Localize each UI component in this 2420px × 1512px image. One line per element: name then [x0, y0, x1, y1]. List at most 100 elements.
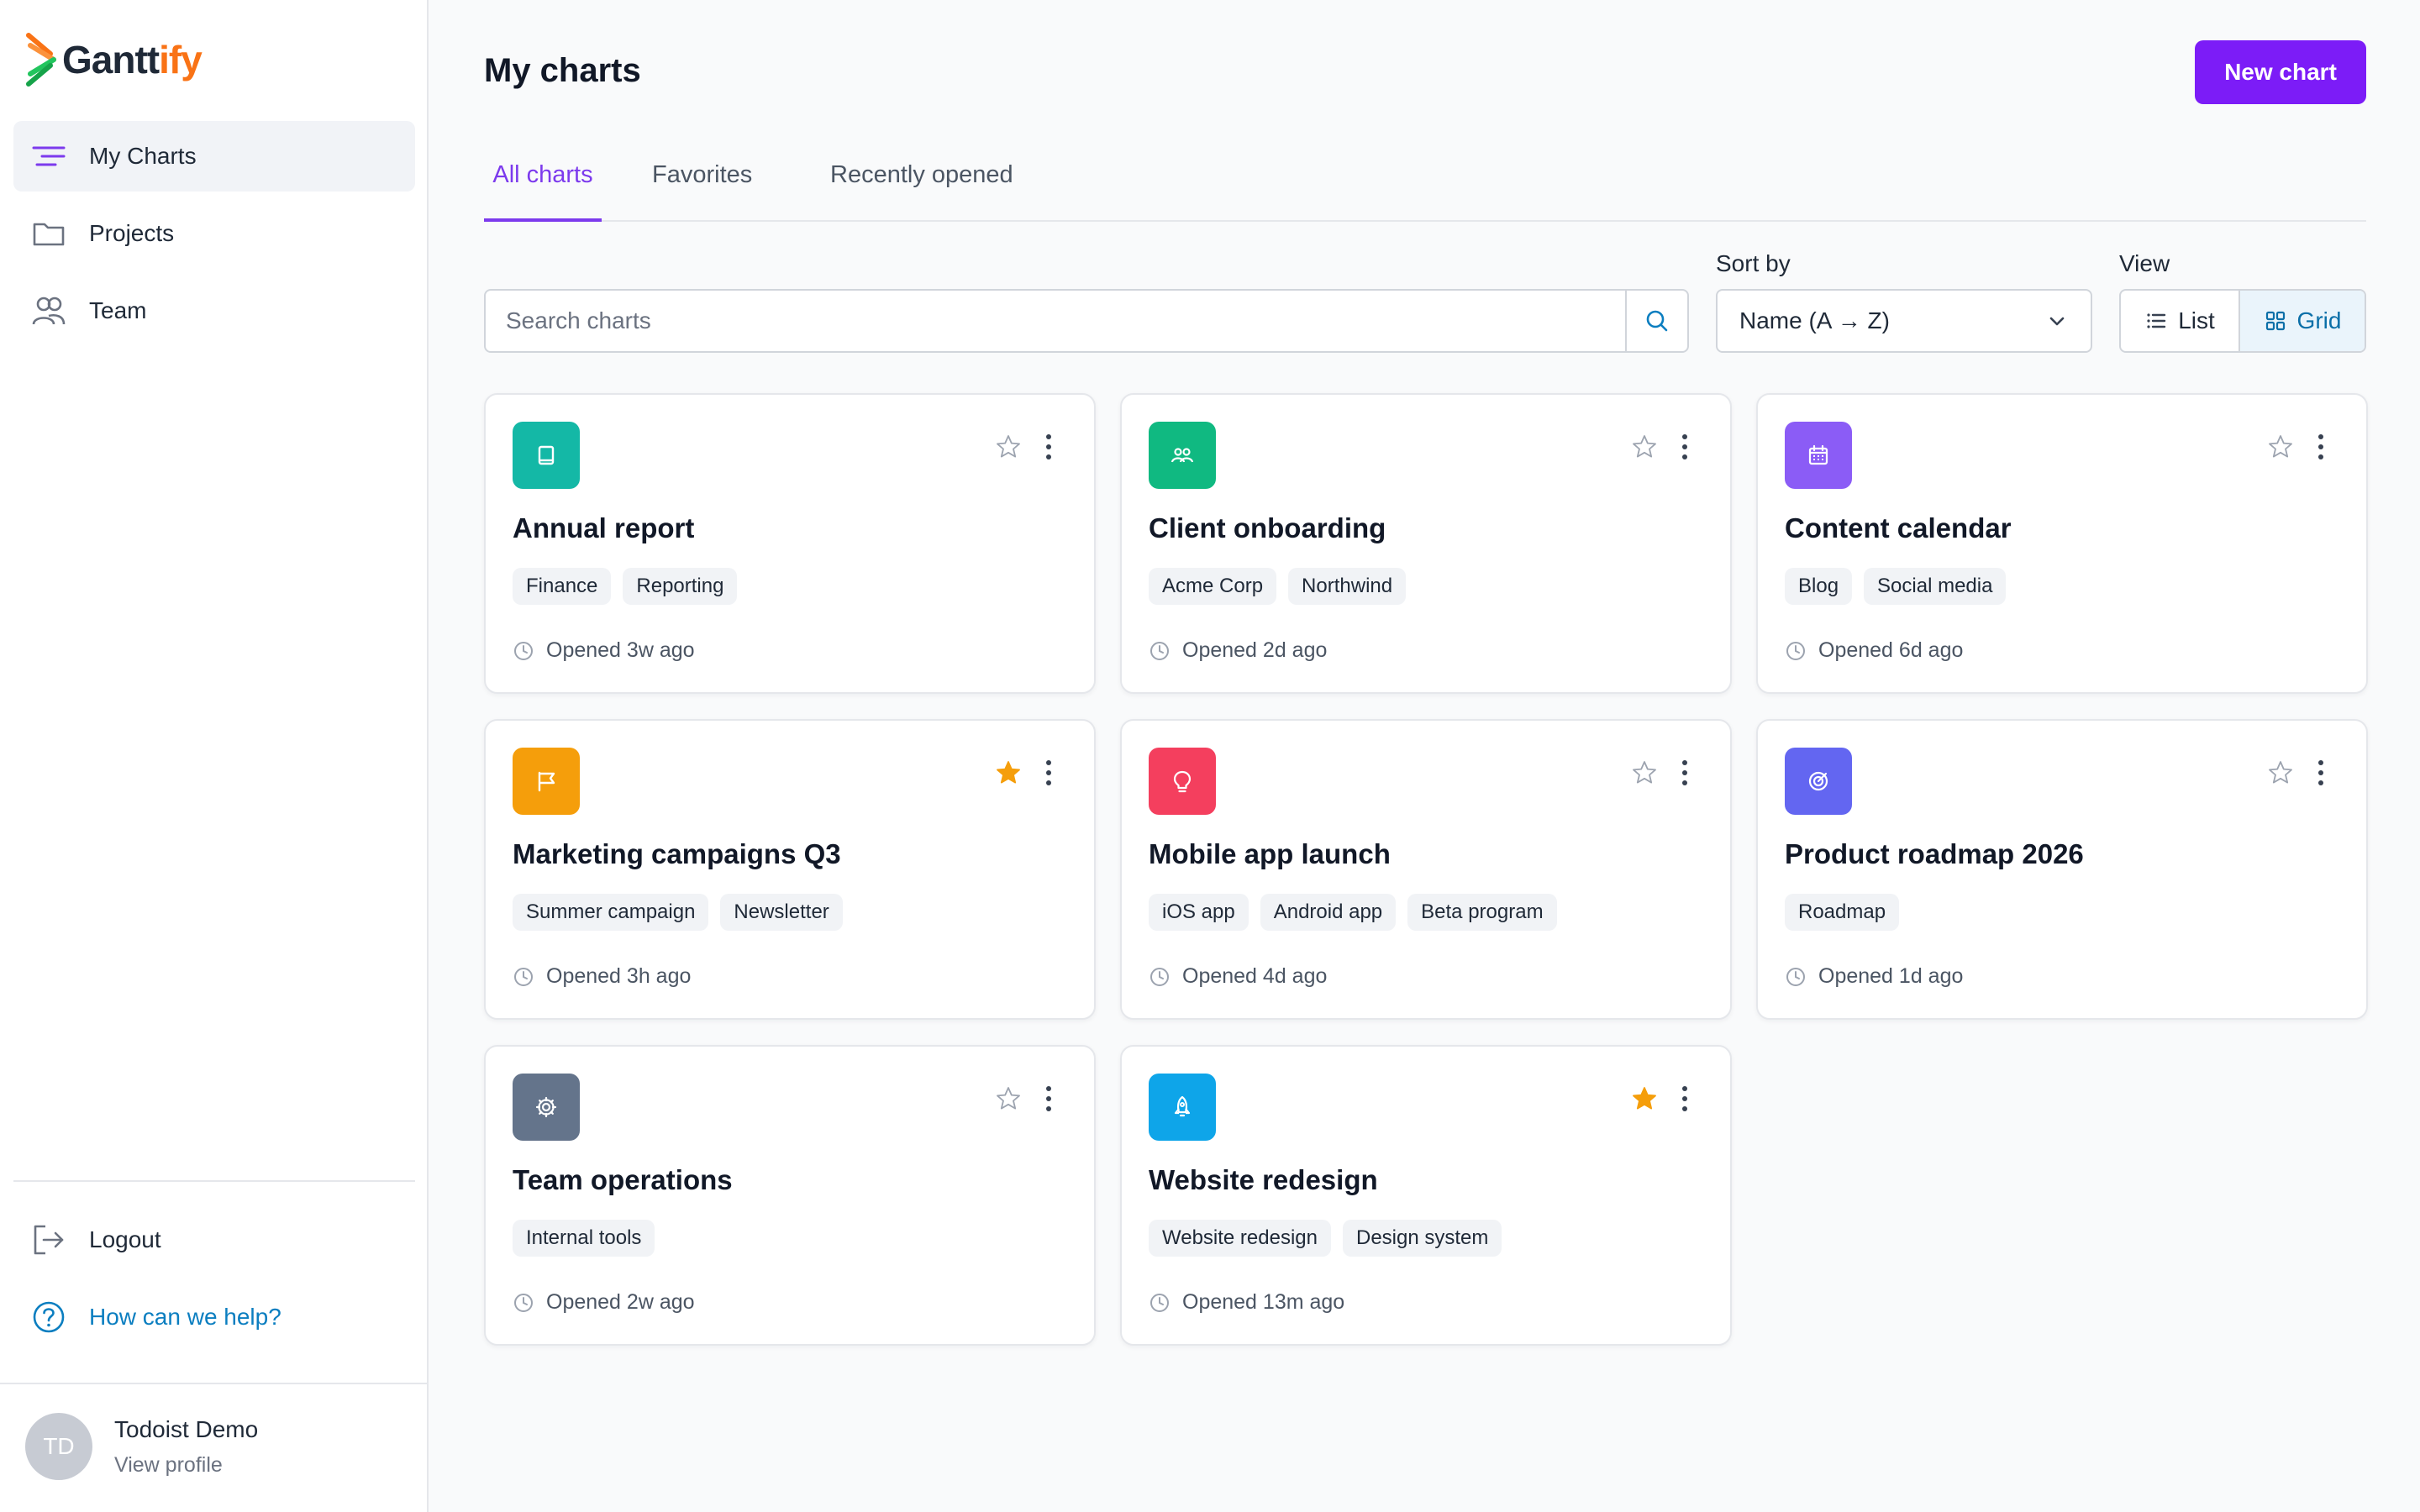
chart-card-tags: Roadmap [1785, 894, 1900, 931]
chart-card[interactable]: Annual report Finance Reporting Opened 3… [484, 393, 1096, 694]
sidebar-item-projects[interactable]: Projects [13, 198, 415, 269]
profile-name: Todoist Demo [114, 1415, 259, 1442]
tag[interactable]: Reporting [623, 568, 738, 605]
favorite-star-icon[interactable] [995, 433, 1022, 460]
chart-card-icon [513, 422, 580, 489]
rocket-icon [1174, 1095, 1191, 1117]
chart-card-tags: Website redesign Design system [1149, 1220, 1502, 1257]
chart-card-tags: Blog Social media [1785, 568, 2007, 605]
search-bar [484, 289, 1689, 353]
help-circle-icon [33, 1301, 65, 1333]
tag[interactable]: Acme Corp [1149, 568, 1277, 605]
more-options-icon[interactable] [2314, 432, 2328, 462]
more-options-icon[interactable] [1042, 432, 1055, 462]
chart-card[interactable]: Product roadmap 2026 Roadmap Opened 1d a… [1756, 719, 2368, 1020]
tag[interactable]: Design system [1343, 1220, 1502, 1257]
list-view-button[interactable]: List [2121, 291, 2240, 351]
calendar-icon [1808, 444, 1828, 465]
chart-card-icon [1149, 1074, 1216, 1141]
grid-view-button[interactable]: Grid [2240, 291, 2365, 351]
chart-card[interactable]: Team operations Internal tools Opened 2w… [484, 1045, 1096, 1346]
view-profile-link[interactable]: View profile [114, 1453, 258, 1478]
tag[interactable]: Android app [1260, 894, 1397, 931]
more-options-icon[interactable] [2314, 758, 2328, 788]
chart-card-opened: Opened 1d ago [1785, 964, 1963, 989]
chart-card[interactable]: Marketing campaigns Q3 Summer campaign N… [484, 719, 1096, 1020]
grid-icon [2265, 311, 2285, 331]
chart-card[interactable]: Website redesign Website redesign Design… [1120, 1045, 1732, 1346]
sidebar-item-my-charts[interactable]: My Charts [13, 121, 415, 192]
sidebar-item-team[interactable]: Team [13, 276, 415, 346]
chart-card[interactable]: Mobile app launch iOS app Android app Be… [1120, 719, 1732, 1020]
tag[interactable]: Website redesign [1149, 1220, 1331, 1257]
profile-divider [0, 1383, 429, 1384]
tag[interactable]: Blog [1785, 568, 1853, 605]
favorite-star-icon[interactable] [1631, 759, 1658, 786]
tag[interactable]: Summer campaign [513, 894, 709, 931]
new-chart-button[interactable]: New chart [2195, 40, 2366, 104]
chart-card-title: Website redesign [1149, 1164, 1378, 1195]
clock-icon [1150, 1293, 1169, 1312]
search-icon [1646, 310, 1668, 332]
search-button[interactable] [1625, 291, 1687, 351]
tag[interactable]: iOS app [1149, 894, 1249, 931]
more-options-icon[interactable] [1678, 758, 1691, 788]
tab-all-charts[interactable]: All charts [484, 156, 602, 222]
logout-link[interactable]: Logout [13, 1205, 415, 1275]
opened-time: Opened 6d ago [1818, 638, 1964, 662]
help-link[interactable]: How can we help? [13, 1282, 415, 1352]
favorite-star-icon[interactable] [2267, 759, 2294, 786]
opened-time: Opened 2w ago [546, 1290, 695, 1314]
search-input[interactable] [486, 291, 1625, 351]
tag[interactable]: Roadmap [1785, 894, 1900, 931]
sort-label: Sort by [1716, 250, 1791, 276]
more-options-icon[interactable] [1678, 432, 1691, 462]
folder-icon [33, 223, 65, 246]
chart-card-opened: Opened 2w ago [513, 1290, 695, 1315]
opened-time: Opened 3h ago [546, 964, 692, 988]
clock-icon [514, 641, 533, 660]
chart-card-icon [513, 748, 580, 815]
chevron-down-icon [2049, 317, 2065, 326]
more-options-icon[interactable] [1678, 1084, 1691, 1114]
tag[interactable]: Beta program [1407, 894, 1557, 931]
opened-time: Opened 3w ago [546, 638, 695, 662]
favorite-star-icon[interactable] [1631, 433, 1658, 460]
tag[interactable]: Social media [1864, 568, 2007, 605]
favorite-star-icon[interactable] [995, 759, 1022, 786]
chart-card-tags: iOS app Android app Beta program [1149, 894, 1557, 931]
tag[interactable]: Newsletter [720, 894, 843, 931]
avatar: TD [25, 1413, 92, 1480]
chart-card[interactable]: Content calendar Blog Social media Opene… [1756, 393, 2368, 694]
sidebar-item-label: Projects [89, 220, 175, 246]
chart-card-title: Marketing campaigns Q3 [513, 838, 841, 869]
logout-label: Logout [89, 1226, 161, 1252]
lightbulb-icon [1173, 770, 1192, 793]
tag[interactable]: Internal tools [513, 1220, 655, 1257]
chart-card-title: Mobile app launch [1149, 838, 1391, 869]
opened-time: Opened 4d ago [1182, 964, 1328, 988]
sort-select[interactable]: Name (A → Z) [1716, 289, 2092, 353]
book-icon [538, 445, 555, 465]
chart-card-tags: Internal tools [513, 1220, 655, 1257]
favorite-star-icon[interactable] [2267, 433, 2294, 460]
chart-card-icon [1149, 422, 1216, 489]
tab-recently-opened[interactable]: Recently opened [830, 156, 1013, 222]
tag[interactable]: Northwind [1288, 568, 1407, 605]
sidebar: Ganttify My Charts Projects Team Logout … [0, 0, 429, 1512]
favorite-star-icon[interactable] [1631, 1085, 1658, 1112]
ganttify-logo-icon [26, 33, 56, 87]
ganttify-logo[interactable]: Ganttify [25, 32, 203, 87]
users-icon [32, 297, 66, 325]
chart-tabs: All charts Favorites Recently opened [484, 156, 2366, 222]
sidebar-item-label: My Charts [89, 143, 197, 169]
profile[interactable]: TD Todoist Demo View profile [25, 1413, 258, 1480]
tag[interactable]: Finance [513, 568, 612, 605]
chart-card-icon [1149, 748, 1216, 815]
tab-favorites[interactable]: Favorites [652, 156, 752, 222]
favorite-star-icon[interactable] [995, 1085, 1022, 1112]
chart-card[interactable]: Client onboarding Acme Corp Northwind Op… [1120, 393, 1732, 694]
people-icon [1171, 448, 1194, 463]
more-options-icon[interactable] [1042, 758, 1055, 788]
more-options-icon[interactable] [1042, 1084, 1055, 1114]
